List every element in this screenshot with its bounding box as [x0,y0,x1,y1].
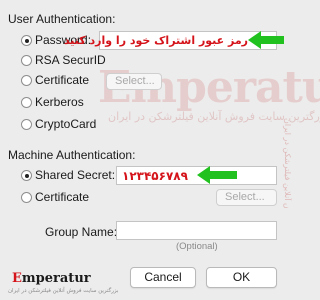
certificate-machine-label: Certificate [35,190,90,204]
radio-certificate-machine[interactable] [21,192,32,203]
optional-hint: (Optional) [176,241,218,252]
certificate-machine-select-button[interactable]: Select... [216,189,277,206]
radio-rsa-securid[interactable] [21,55,32,66]
radio-kerberos[interactable] [21,97,32,108]
ok-button[interactable]: OK [206,267,277,288]
group-name-label: Group Name: [45,225,118,239]
arrow-left-icon [246,29,286,54]
machine-auth-title: Machine Authentication: [8,148,136,162]
radio-cryptocard[interactable] [21,119,32,130]
certificate-user-label: Certificate [35,73,90,87]
certificate-user-select-button[interactable]: Select... [106,73,162,90]
shared-secret-label: Shared Secret: [35,168,116,182]
password-value: رمز عبور اشتراک خود را وارد کنید [63,34,248,47]
radio-certificate-user[interactable] [21,75,32,86]
cancel-button[interactable]: Cancel [130,267,196,288]
rsa-securid-label: RSA SecurID [35,53,106,67]
kerberos-label: Kerberos [35,95,84,109]
watermark-side-text: بزرگترین سایت فروش آنلاین فیلترشکن در ای… [283,118,292,208]
arrow-left-icon [195,164,239,189]
emperatur-logo: Emperatur [12,271,91,286]
user-auth-title: User Authentication: [8,12,116,26]
cryptocard-label: CryptoCard [35,117,97,131]
radio-password[interactable] [21,35,32,46]
logo-tagline: بزرگترین سایت فروش آنلاین فیلترشکن در ای… [8,288,119,294]
shared-secret-value: ۱۲۳۴۵۶۷۸۹ [122,169,188,183]
radio-shared-secret[interactable] [21,170,32,181]
group-name-field[interactable] [116,221,277,240]
